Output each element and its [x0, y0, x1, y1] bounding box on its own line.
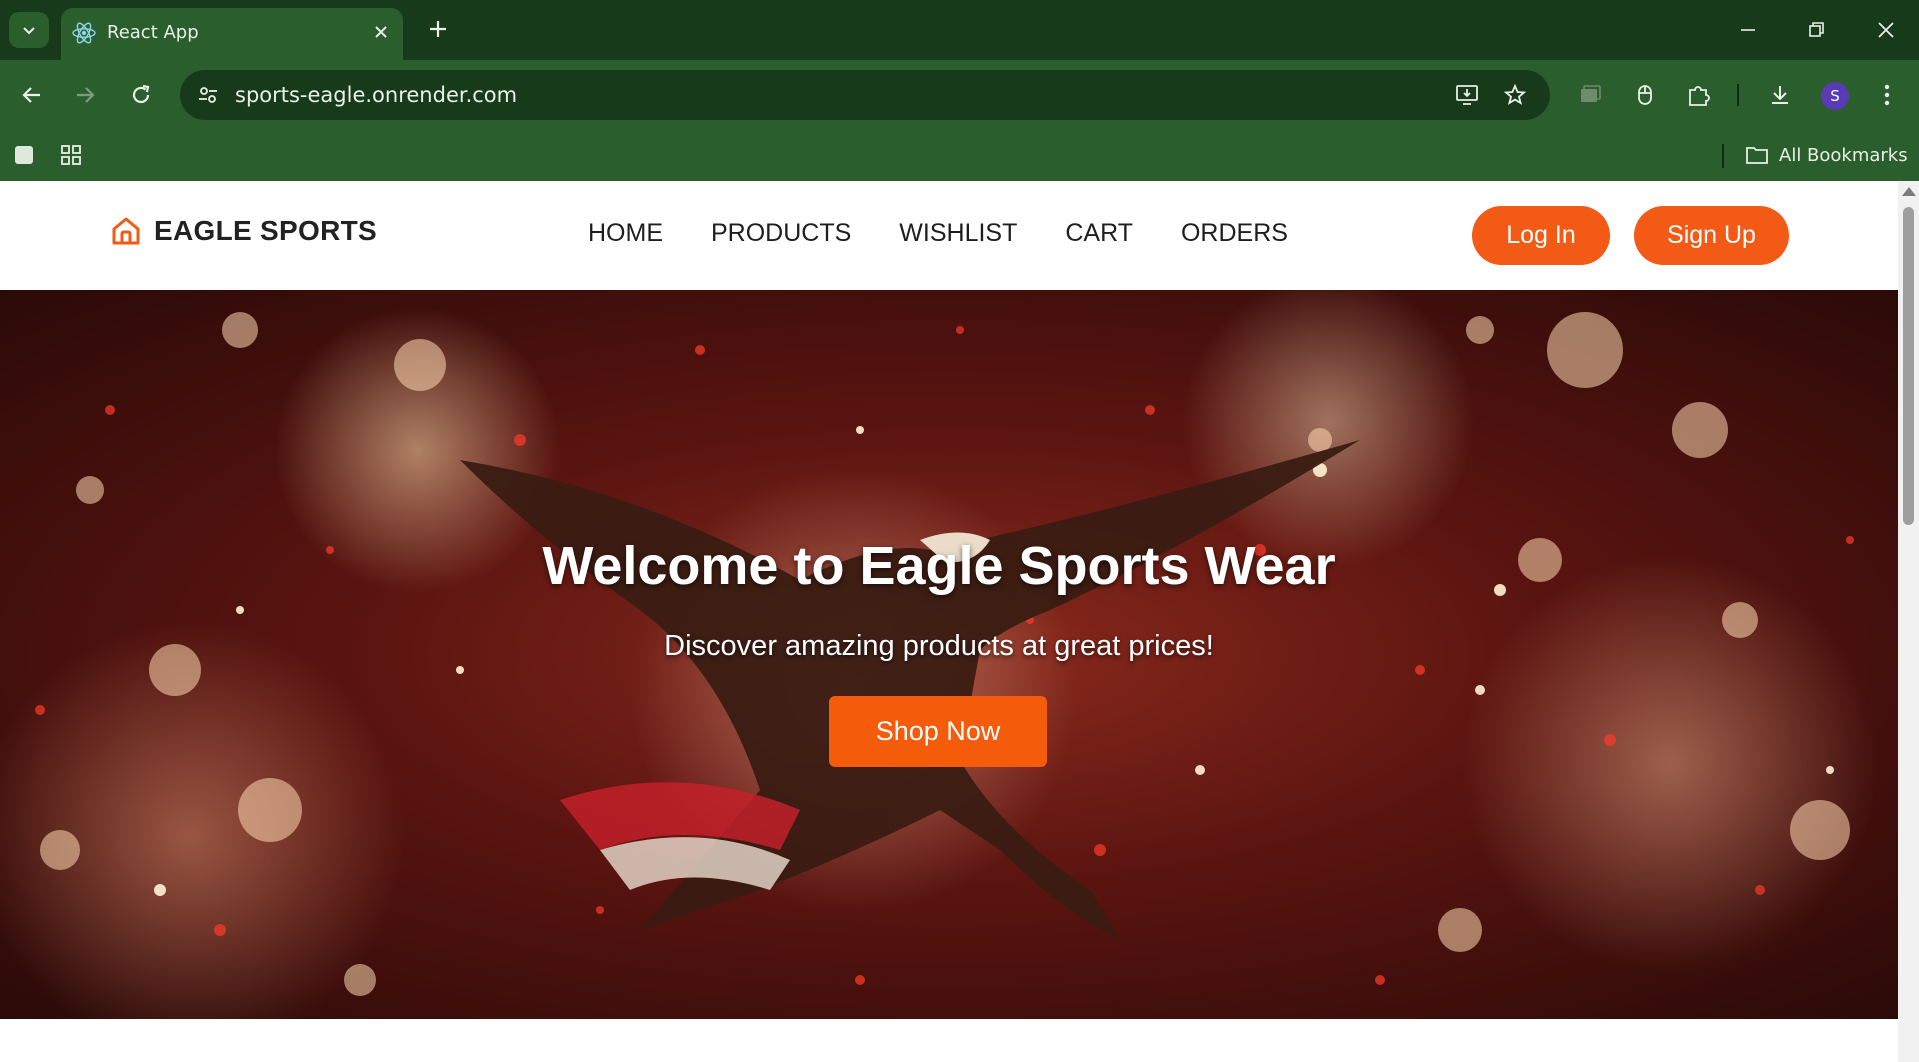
star-icon — [1503, 83, 1527, 105]
square-icon — [15, 146, 33, 164]
site-info-button[interactable] — [192, 79, 224, 111]
site-logo[interactable]: EAGLE SPORTS — [110, 215, 377, 247]
close-icon — [1878, 22, 1894, 38]
restore-icon — [1809, 22, 1824, 37]
restore-button[interactable] — [1794, 10, 1840, 50]
hero-subtitle: Discover amazing products at great price… — [664, 630, 1214, 662]
url-text[interactable]: sports-eagle.onrender.com — [235, 83, 517, 107]
new-tab-button[interactable] — [424, 14, 452, 44]
grid-icon — [61, 145, 81, 165]
browser-toolbar: sports-eagle.onrender.com S — [0, 60, 1919, 130]
media-button[interactable] — [1572, 77, 1608, 113]
page-scrollbar[interactable] — [1898, 181, 1919, 1062]
browser-menu-button[interactable] — [1869, 77, 1905, 113]
extensions-button[interactable] — [1681, 77, 1717, 113]
tune-icon — [199, 87, 217, 103]
downloads-button[interactable] — [1762, 77, 1798, 113]
nav-wishlist[interactable]: WISHLIST — [899, 219, 1017, 248]
mouse-extension-button[interactable] — [1627, 77, 1663, 113]
mouse-icon — [1638, 85, 1652, 105]
home-icon — [112, 217, 140, 245]
brand-name: EAGLE SPORTS — [154, 215, 377, 246]
login-button[interactable]: Log In — [1472, 206, 1610, 265]
site-header: EAGLE SPORTS HOME PRODUCTS WISHLIST CART… — [0, 181, 1898, 290]
toolbar-separator — [1737, 84, 1739, 106]
nav-products[interactable]: PRODUCTS — [711, 219, 851, 248]
profile-avatar[interactable]: S — [1821, 82, 1849, 110]
main-nav: HOME PRODUCTS WISHLIST CART ORDERS — [588, 219, 1288, 248]
close-icon — [375, 26, 387, 38]
nav-cart[interactable]: CART — [1065, 219, 1133, 248]
all-bookmarks-label: All Bookmarks — [1779, 144, 1908, 166]
install-app-button[interactable] — [1452, 80, 1482, 110]
back-button[interactable] — [14, 77, 50, 113]
nav-home[interactable]: HOME — [588, 219, 663, 248]
tab-close-button[interactable] — [369, 20, 393, 44]
browser-chrome: React App sports-eagle.onrender.com S Al… — [0, 0, 1919, 181]
signup-button[interactable]: Sign Up — [1634, 206, 1789, 265]
all-bookmarks-button[interactable]: All Bookmarks — [1745, 142, 1908, 168]
scroll-up-arrow-icon[interactable] — [1902, 187, 1916, 196]
apps-button[interactable] — [56, 140, 86, 170]
address-bar[interactable]: sports-eagle.onrender.com — [180, 70, 1550, 120]
puzzle-icon — [1689, 86, 1710, 106]
chevron-down-icon — [23, 27, 35, 35]
media-icon — [1581, 85, 1601, 102]
kebab-menu-icon — [1884, 84, 1890, 106]
bookmark-star-button[interactable] — [1500, 80, 1530, 110]
scroll-thumb[interactable] — [1903, 207, 1914, 525]
page-viewport: EAGLE SPORTS HOME PRODUCTS WISHLIST CART… — [0, 181, 1898, 1062]
hero-content: Welcome to Eagle Sports Wear Discover am… — [0, 290, 1898, 1019]
tab-strip: React App — [0, 0, 1919, 60]
arrow-left-icon — [22, 87, 40, 103]
nav-orders[interactable]: ORDERS — [1181, 219, 1288, 248]
bookmarks-separator — [1722, 144, 1724, 168]
minimize-icon — [1741, 29, 1755, 31]
tab-title: React App — [107, 22, 199, 43]
hero-banner: Welcome to Eagle Sports Wear Discover am… — [0, 290, 1898, 1019]
hero-title: Welcome to Eagle Sports Wear — [542, 536, 1336, 596]
folder-icon — [1746, 147, 1768, 164]
tab-search-button[interactable] — [9, 12, 49, 48]
arrow-right-icon — [77, 87, 95, 103]
close-window-button[interactable] — [1863, 10, 1909, 50]
download-icon — [1772, 86, 1788, 104]
install-icon — [1456, 85, 1478, 105]
shop-now-button[interactable]: Shop Now — [829, 696, 1047, 767]
reload-icon — [132, 84, 150, 104]
browser-tab[interactable]: React App — [61, 8, 403, 60]
tab-group-button[interactable] — [9, 140, 39, 170]
minimize-button[interactable] — [1725, 10, 1771, 50]
plus-icon — [430, 21, 446, 37]
react-icon — [72, 22, 96, 44]
bookmarks-bar: All Bookmarks — [0, 130, 1919, 181]
reload-button[interactable] — [123, 77, 159, 113]
forward-button[interactable] — [67, 77, 103, 113]
